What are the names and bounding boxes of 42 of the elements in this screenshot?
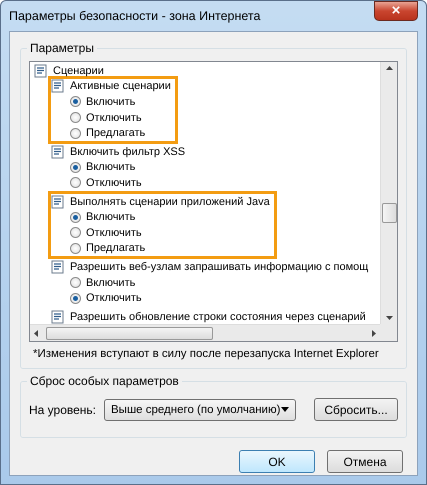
scroll-up-icon[interactable]: [386, 66, 392, 70]
reset-button[interactable]: Сбросить...: [314, 398, 398, 421]
radio-option[interactable]: Включить: [51, 209, 270, 225]
scroll-left-icon[interactable]: [34, 330, 38, 336]
script-icon: [51, 79, 65, 94]
group-title: Параметры: [27, 41, 97, 55]
caret-icon: [281, 407, 289, 412]
radio-option[interactable]: Отключить: [51, 175, 186, 191]
settings-list[interactable]: [29, 61, 398, 342]
window-title: Параметры безопасности - зона Интернета: [9, 9, 260, 23]
scroll-right-icon[interactable]: [372, 330, 376, 336]
level-label: На уровень:: [29, 402, 96, 416]
horizontal-scrollbar[interactable]: [30, 324, 380, 341]
script-icon: [51, 194, 65, 209]
group-title: Сброс особых параметров: [27, 374, 182, 388]
radio-option[interactable]: Включить: [51, 94, 171, 110]
level-dropdown[interactable]: Выше среднего (по умолчанию): [104, 398, 296, 420]
scroll-down-icon[interactable]: [386, 316, 392, 320]
script-icon: [51, 310, 65, 324]
script-icon: [51, 260, 65, 274]
radio-option[interactable]: Предлагать: [51, 125, 171, 141]
setting-label: Разрешить веб-узлам запрашивать информацию с помощ: [70, 260, 368, 273]
radio-option[interactable]: Включить: [51, 160, 186, 176]
setting-label: Включить фильтр XSS: [70, 146, 186, 158]
radio-option[interactable]: Предлагать: [51, 240, 270, 256]
radio-option[interactable]: Отключить: [51, 290, 368, 306]
setting-label: Разрешить обновление строки состояния через сценарий: [70, 310, 366, 323]
close-button[interactable]: ×: [374, 1, 418, 21]
restart-note: *Изменения вступают в силу после перезапуска Internet Explorer: [33, 348, 380, 360]
script-icon: [34, 64, 48, 78]
setting-label: Активные сценарии: [70, 80, 171, 92]
script-icon: [51, 144, 65, 159]
vertical-scrollbar[interactable]: [380, 62, 397, 324]
scroll-thumb[interactable]: [382, 203, 396, 223]
scroll-thumb[interactable]: [46, 326, 213, 340]
radio-option[interactable]: Включить: [51, 274, 368, 290]
setting-label: Выполнять сценарии приложений Java: [70, 196, 270, 208]
dialog-button[interactable]: OK: [239, 450, 315, 473]
radio-option[interactable]: Отключить: [51, 224, 270, 241]
dialog-button[interactable]: Отмена: [327, 450, 403, 473]
radio-option[interactable]: Отключить: [51, 110, 171, 126]
category-label: Сценарии: [53, 64, 104, 77]
